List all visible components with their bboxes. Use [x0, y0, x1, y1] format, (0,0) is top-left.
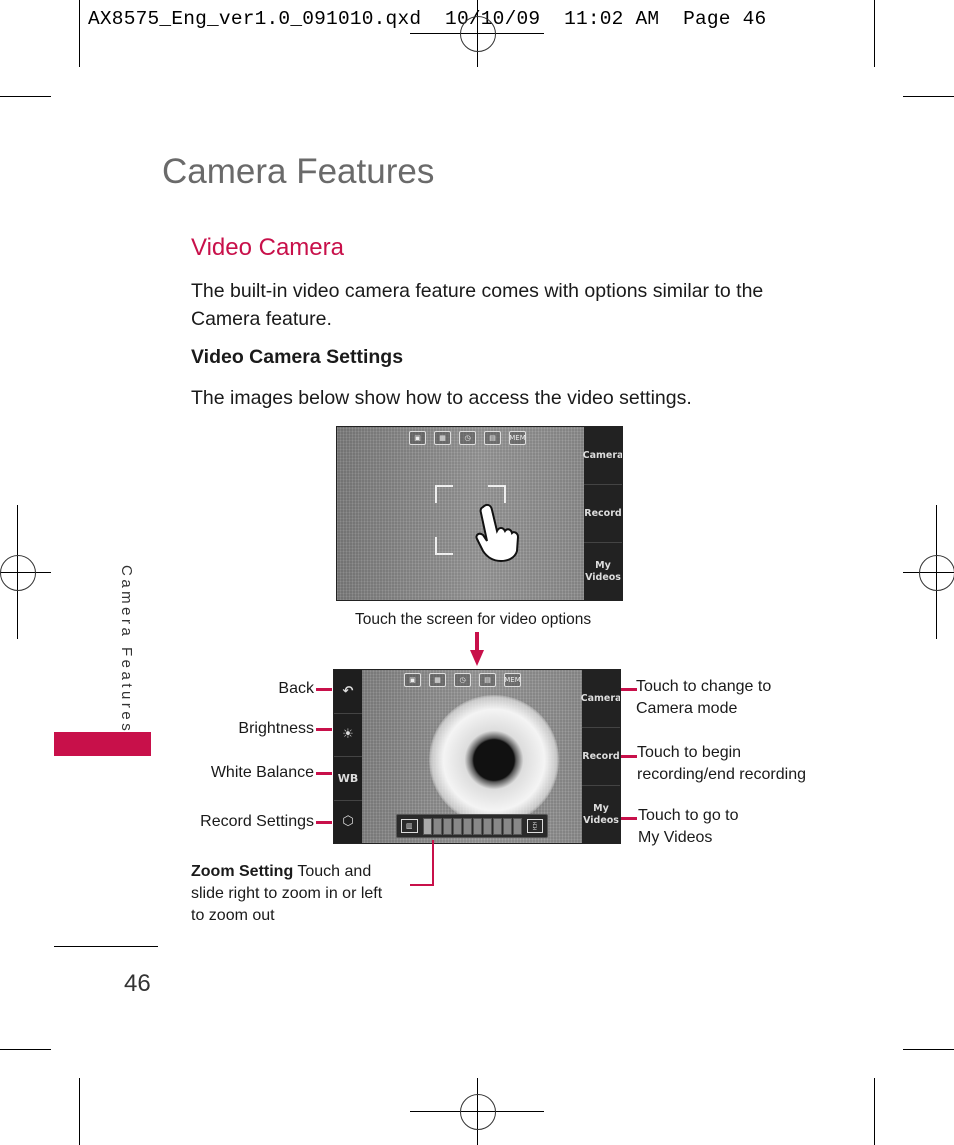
zoom-segment[interactable] — [472, 817, 482, 835]
zoom-track[interactable] — [422, 817, 522, 835]
timer-icon: ◷ — [454, 673, 471, 687]
callout-line — [410, 884, 434, 886]
footer-rule — [54, 946, 158, 947]
side-tab-marker — [54, 732, 151, 756]
zoom-segment[interactable] — [452, 817, 462, 835]
resolution-icon: ▦ — [434, 431, 451, 445]
callout-brightness: Brightness — [238, 720, 314, 737]
callout-white-balance: White Balance — [210, 764, 314, 781]
crop-mark — [874, 1078, 875, 1145]
record-settings-icon: ⬡ — [342, 814, 354, 830]
focus-bracket — [435, 485, 453, 503]
zoom-segment[interactable] — [492, 817, 502, 835]
printer-slug: AX8575_Eng_ver1.0_091010.qxd 10/10/09 11… — [88, 8, 767, 30]
crop-mark — [0, 96, 51, 97]
camera-mode-button[interactable]: Camera — [583, 427, 622, 485]
zoom-segment[interactable] — [422, 817, 432, 835]
callout-tick — [316, 821, 332, 824]
focus-bracket — [488, 485, 506, 503]
mode-sidebar: Camera Record My Videos — [583, 427, 622, 600]
zoom-segment[interactable] — [442, 817, 452, 835]
callout-zoom-setting: Zoom Setting Touch and slide right to zo… — [191, 863, 383, 924]
callout-record: Touch to begin recording/end recording — [637, 744, 806, 783]
zoom-segment[interactable] — [462, 817, 472, 835]
memory-icon: MEM — [509, 431, 526, 445]
mode-sidebar: Camera Record My Videos — [581, 670, 620, 843]
back-button[interactable]: ↶ — [334, 670, 362, 714]
callout-record-settings: Record Settings — [200, 813, 314, 830]
status-icons: ▣ ▦ ◷ ▤ MEM — [409, 431, 526, 445]
zoom-slider[interactable]: ▥ ⧮ — [396, 814, 548, 838]
my-videos-button[interactable]: My Videos — [582, 786, 620, 843]
white-balance-button[interactable]: WB — [334, 757, 362, 801]
callout-tick — [621, 688, 637, 691]
focus-bracket — [435, 537, 453, 555]
screen-video-options[interactable]: ▣ ▦ ◷ ▤ MEM ↶ ☀ WB ⬡ ▥ ⧮ Camera Record M… — [333, 669, 621, 844]
video-mode-icon: ▣ — [409, 431, 426, 445]
callout-back: Back — [278, 680, 314, 697]
zoom-segment[interactable] — [432, 817, 442, 835]
crop-mark — [79, 1078, 80, 1145]
intro-paragraph: The built-in video camera feature comes … — [191, 280, 764, 330]
zoom-out-icon: ▥ — [401, 819, 418, 833]
zoom-segment[interactable] — [482, 817, 492, 835]
section-heading: Video Camera — [191, 234, 344, 261]
instruction-text: The images below show how to access the … — [191, 387, 692, 409]
down-arrow-icon — [470, 632, 484, 666]
side-tab-label: Camera Features — [118, 565, 135, 735]
crop-mark — [874, 0, 875, 67]
callout-line — [432, 840, 434, 886]
zoom-segment[interactable] — [512, 817, 522, 835]
status-icons: ▣ ▦ ◷ ▤ MEM — [404, 673, 521, 687]
callout-tick — [316, 728, 332, 731]
hand-pointer-icon — [475, 503, 519, 563]
zoom-in-icon: ⧮ — [526, 819, 543, 833]
crop-mark — [903, 1049, 954, 1050]
page-title: Camera Features — [162, 152, 435, 191]
page-number: 46 — [124, 970, 151, 997]
zoom-segment[interactable] — [502, 817, 512, 835]
back-icon: ↶ — [342, 683, 354, 699]
crop-mark — [903, 96, 954, 97]
flower-preview-image — [429, 695, 559, 825]
white-balance-icon: WB — [337, 771, 359, 785]
resolution-icon: ▦ — [429, 673, 446, 687]
settings-sidebar: ↶ ☀ WB ⬡ — [334, 670, 362, 843]
camera-mode-button[interactable]: Camera — [581, 670, 620, 728]
record-button[interactable]: Record — [584, 485, 622, 543]
callout-tick — [316, 688, 332, 691]
memory-icon: MEM — [504, 673, 521, 687]
screen-caption: Touch the screen for video options — [355, 611, 592, 628]
callout-tick — [621, 817, 637, 820]
brightness-icon: ☀ — [342, 727, 354, 743]
storage-icon: ▤ — [479, 673, 496, 687]
timer-icon: ◷ — [459, 431, 476, 445]
callout-my-videos: Touch to go to My Videos — [638, 807, 739, 846]
brightness-button[interactable]: ☀ — [334, 714, 362, 757]
record-settings-button[interactable]: ⬡ — [334, 801, 362, 844]
callout-camera-mode: Touch to change to Camera mode — [636, 678, 772, 717]
video-mode-icon: ▣ — [404, 673, 421, 687]
my-videos-button[interactable]: My Videos — [584, 543, 622, 600]
screen-viewfinder-initial[interactable]: ▣ ▦ ◷ ▤ MEM Camera Record My Videos — [336, 426, 623, 601]
crop-mark — [79, 0, 80, 67]
callout-tick — [621, 755, 637, 758]
storage-icon: ▤ — [484, 431, 501, 445]
record-button[interactable]: Record — [582, 728, 620, 786]
crop-mark — [0, 1049, 51, 1050]
callout-tick — [316, 772, 332, 775]
subheading: Video Camera Settings — [191, 346, 404, 368]
